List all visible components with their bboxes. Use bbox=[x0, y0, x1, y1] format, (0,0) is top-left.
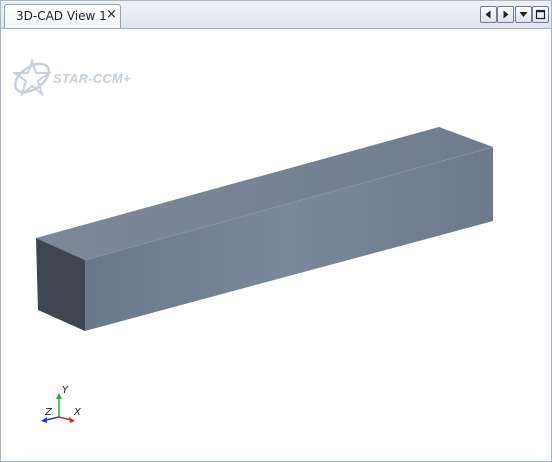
scroll-right-glyph bbox=[503, 10, 509, 19]
axis-z-label: Z bbox=[45, 407, 52, 418]
dropdown-glyph bbox=[519, 12, 528, 17]
close-icon[interactable]: × bbox=[106, 7, 117, 23]
cad-view-panel: 3D-CAD View 1 × STAR-CCM+ Y X Z bbox=[0, 0, 552, 462]
scroll-left-glyph bbox=[485, 10, 491, 19]
maximize-glyph bbox=[535, 9, 546, 20]
tab-title: 3D-CAD View 1 bbox=[16, 9, 107, 23]
dropdown-icon[interactable] bbox=[515, 6, 532, 23]
scroll-left-icon[interactable] bbox=[480, 6, 497, 23]
axis-x-label: X bbox=[74, 407, 81, 418]
axis-y-label: Y bbox=[62, 385, 69, 396]
tab-3d-cad-view-1[interactable]: 3D-CAD View 1 × bbox=[4, 4, 121, 28]
scroll-right-icon[interactable] bbox=[497, 6, 514, 23]
3d-viewport[interactable]: STAR-CCM+ Y X Z bbox=[1, 29, 551, 461]
tab-bar: 3D-CAD View 1 × bbox=[1, 1, 551, 29]
maximize-icon[interactable] bbox=[532, 6, 549, 23]
